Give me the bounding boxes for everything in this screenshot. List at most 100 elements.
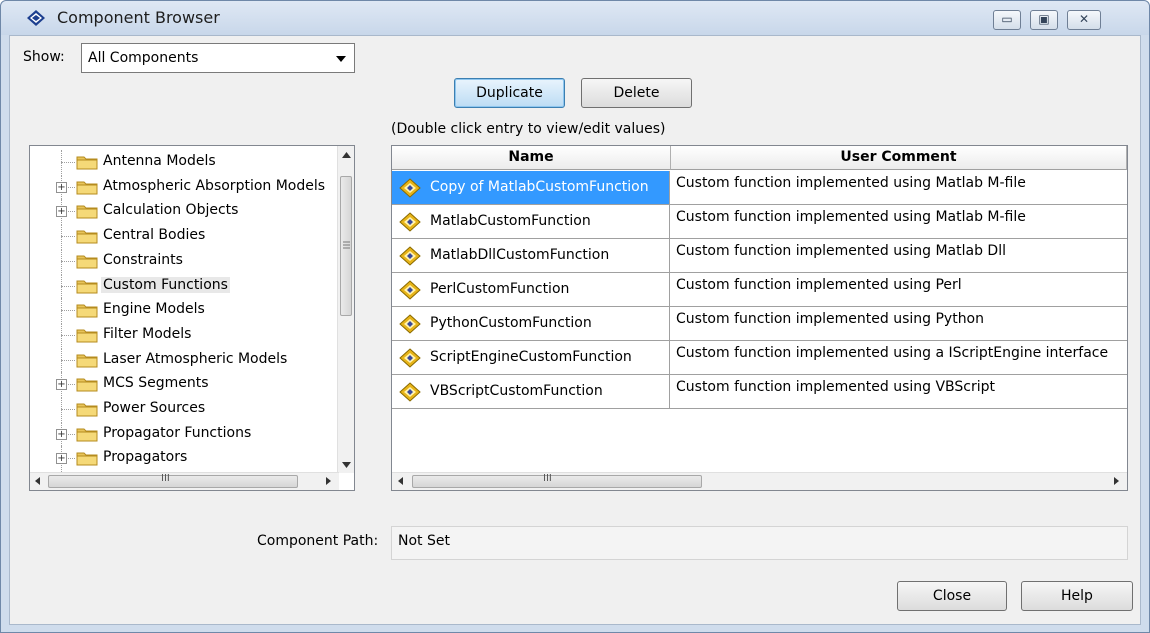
tree-line bbox=[61, 285, 75, 287]
tree-item[interactable]: + MCS Segments bbox=[30, 372, 340, 397]
tree-item[interactable]: + Propagators bbox=[30, 446, 340, 471]
tree-item[interactable]: + Propagator Functions bbox=[30, 421, 340, 446]
user-comment[interactable]: Custom function implemented using a IScr… bbox=[676, 345, 1108, 361]
name-cell[interactable]: VBScriptCustomFunction bbox=[392, 375, 670, 408]
tree-item[interactable]: Custom Functions bbox=[30, 273, 340, 298]
grid-horizontal-scrollbar[interactable]: III bbox=[392, 472, 1127, 490]
category-tree[interactable]: Antenna Models + Atmospheric Absorption Mo… bbox=[29, 145, 355, 491]
folder-icon bbox=[76, 354, 98, 368]
tree-horizontal-scrollbar[interactable]: III bbox=[30, 472, 339, 490]
tree-item[interactable]: Power Sources bbox=[30, 397, 340, 421]
tree-line bbox=[61, 409, 75, 410]
table-row[interactable]: MatlabDllCustomFunction Custom function i… bbox=[392, 239, 1127, 273]
name-cell[interactable]: MatlabDllCustomFunction bbox=[392, 239, 670, 272]
tree-item-label: Engine Models bbox=[103, 301, 205, 318]
folder-icon bbox=[76, 452, 98, 466]
chevron-down-icon bbox=[336, 56, 346, 62]
column-header-user-comment[interactable]: User Comment bbox=[671, 146, 1127, 170]
maximize-button[interactable]: ▣ bbox=[1030, 10, 1058, 30]
scroll-right-icon[interactable] bbox=[1114, 477, 1119, 485]
close-button[interactable]: Close bbox=[897, 581, 1007, 611]
table-row[interactable]: VBScriptCustomFunction Custom function im… bbox=[392, 375, 1127, 409]
folder-icon bbox=[76, 156, 98, 170]
name-cell[interactable]: Copy of MatlabCustomFunction bbox=[392, 171, 670, 204]
tree-line bbox=[61, 310, 75, 312]
custom-function-icon bbox=[399, 348, 421, 368]
expand-plus-icon[interactable]: + bbox=[56, 453, 67, 465]
folder-icon bbox=[76, 280, 98, 293]
table-row[interactable]: ScriptEngineCustomFunction Custom functio… bbox=[392, 341, 1127, 375]
window-title: Component Browser bbox=[57, 8, 220, 27]
tree-line bbox=[61, 236, 75, 238]
components-grid[interactable]: Name User Comment Copy of MatlabCustomFu… bbox=[391, 145, 1128, 491]
column-header-name[interactable]: Name bbox=[392, 146, 671, 170]
user-comment[interactable]: Custom function implemented using VBScri… bbox=[676, 379, 995, 395]
scroll-left-icon[interactable] bbox=[35, 477, 40, 485]
name-cell[interactable]: PerlCustomFunction bbox=[392, 273, 670, 306]
component-path-value: Not Set bbox=[398, 533, 450, 549]
duplicate-button[interactable]: Duplicate bbox=[454, 78, 565, 108]
show-label: Show: bbox=[23, 49, 65, 65]
grip-icon bbox=[343, 241, 350, 249]
tree-line bbox=[61, 260, 75, 262]
tree-item-label: Filter Models bbox=[103, 325, 192, 342]
expand-plus-icon[interactable]: + bbox=[56, 428, 67, 440]
table-row[interactable]: PythonCustomFunction Custom function impl… bbox=[392, 307, 1127, 341]
help-button[interactable]: Help bbox=[1021, 581, 1133, 611]
tree-item-label: Antenna Models bbox=[103, 153, 216, 169]
custom-function-icon bbox=[399, 246, 421, 266]
tree-item[interactable]: Antenna Models bbox=[30, 150, 340, 174]
component-browser-icon bbox=[27, 10, 45, 26]
name-cell[interactable]: PythonCustomFunction bbox=[392, 307, 670, 340]
user-comment[interactable]: Custom function implemented using Matlab… bbox=[676, 175, 1026, 191]
custom-function-icon bbox=[399, 280, 421, 300]
table-row[interactable]: MatlabCustomFunction Custom function impl… bbox=[392, 205, 1127, 239]
tree-line bbox=[61, 162, 75, 163]
name-cell[interactable]: ScriptEngineCustomFunction bbox=[392, 341, 670, 374]
expand-plus-icon[interactable]: + bbox=[56, 206, 67, 218]
scroll-down-icon[interactable] bbox=[342, 462, 351, 468]
component-name: ScriptEngineCustomFunction bbox=[430, 349, 632, 365]
scroll-up-icon[interactable] bbox=[342, 152, 351, 158]
scroll-right-icon[interactable] bbox=[326, 477, 331, 485]
name-cell[interactable]: MatlabCustomFunction bbox=[392, 205, 670, 238]
custom-function-icon bbox=[399, 178, 421, 198]
user-comment[interactable]: Custom function implemented using Matlab… bbox=[676, 209, 1026, 225]
tree-vertical-scroll-thumb[interactable] bbox=[340, 176, 352, 316]
table-row[interactable]: Copy of MatlabCustomFunction Custom funct… bbox=[392, 171, 1127, 205]
close-window-button[interactable]: ✕ bbox=[1067, 10, 1101, 30]
custom-function-icon bbox=[399, 314, 421, 334]
expand-plus-icon[interactable]: + bbox=[56, 379, 67, 391]
scroll-left-icon[interactable] bbox=[398, 477, 403, 485]
component-name: MatlabDllCustomFunction bbox=[430, 247, 610, 263]
table-row[interactable]: PerlCustomFunction Custom function implem… bbox=[392, 273, 1127, 307]
tree-item-label: Laser Atmospheric Models bbox=[103, 350, 288, 367]
tree-vertical-scrollbar[interactable] bbox=[337, 146, 354, 473]
title-bar[interactable]: Component Browser ▭ ▣ ✕ bbox=[1, 1, 1149, 35]
user-comment[interactable]: Custom function implemented using Perl bbox=[676, 277, 962, 293]
custom-function-icon bbox=[399, 382, 421, 402]
show-dropdown[interactable]: All Components bbox=[81, 43, 355, 73]
delete-button[interactable]: Delete bbox=[581, 78, 692, 108]
tree-item-label: Power Sources bbox=[103, 400, 206, 416]
tree-line bbox=[61, 334, 75, 336]
folder-icon bbox=[76, 255, 98, 269]
tree-item[interactable]: Engine Models bbox=[30, 298, 340, 323]
component-path-field: Not Set bbox=[391, 526, 1128, 560]
hint-text: (Double click entry to view/edit values) bbox=[391, 121, 666, 137]
tree-item[interactable]: Constraints bbox=[30, 248, 340, 273]
user-comment[interactable]: Custom function implemented using Python bbox=[676, 311, 984, 327]
tree-item[interactable]: Filter Models bbox=[30, 322, 340, 347]
tree-horizontal-scroll-thumb[interactable]: III bbox=[48, 473, 298, 488]
custom-function-icon bbox=[399, 212, 421, 232]
tree-item[interactable]: Laser Atmospheric Models bbox=[30, 347, 340, 372]
tree-item-label: Calculation Objects bbox=[103, 202, 239, 219]
tree-item[interactable]: Central Bodies bbox=[30, 224, 340, 249]
expand-plus-icon[interactable]: + bbox=[56, 181, 67, 193]
tree-item[interactable]: + Atmospheric Absorption Models bbox=[30, 174, 340, 199]
user-comment[interactable]: Custom function implemented using Matlab… bbox=[676, 243, 1006, 259]
minimize-button[interactable]: ▭ bbox=[993, 10, 1021, 30]
folder-icon bbox=[76, 304, 98, 318]
grid-horizontal-scroll-thumb[interactable]: III bbox=[412, 473, 702, 488]
tree-item[interactable]: + Calculation Objects bbox=[30, 199, 340, 224]
